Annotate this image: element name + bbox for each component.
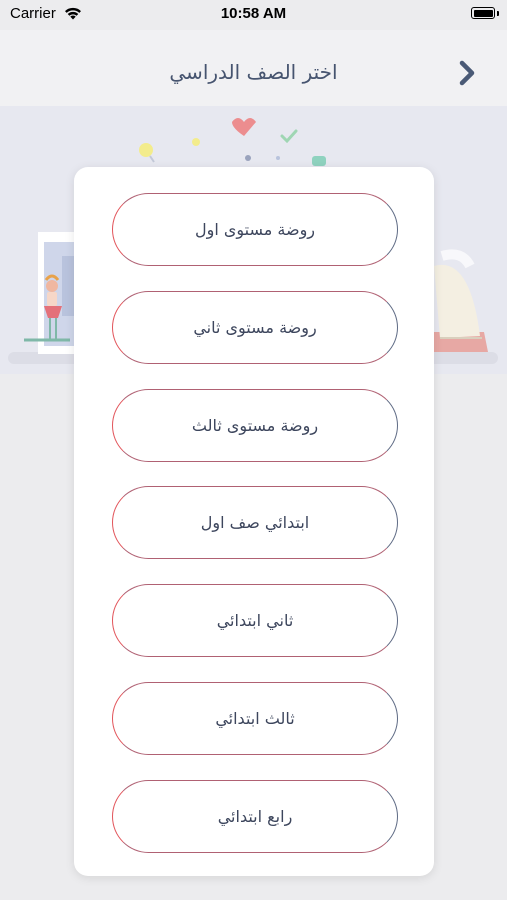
grade-button-grade4[interactable]: رابع ابتدائي	[112, 779, 398, 853]
grade-button-kg3[interactable]: روضة مستوى ثالث	[112, 388, 398, 462]
screen: Carrier 10:58 AM اختر الصف الدراسي روضة …	[0, 0, 507, 900]
page-title: اختر الصف الدراسي	[169, 60, 338, 84]
grade-button-kg2[interactable]: روضة مستوى ثاني	[112, 290, 398, 364]
chevron-right-icon	[459, 60, 475, 86]
battery-tip	[497, 11, 499, 16]
battery-icon	[471, 7, 495, 19]
grade-label: روضة مستوى ثالث	[191, 415, 319, 435]
grade-button-grade3[interactable]: ثالث ابتدائي	[112, 681, 398, 755]
nav-bar: اختر الصف الدراسي	[0, 30, 507, 106]
grade-selection-card: روضة مستوى اول روضة مستوى ثاني روضة مستو…	[74, 167, 434, 876]
grade-list: روضة مستوى اول روضة مستوى ثاني روضة مستو…	[112, 193, 398, 878]
grade-label: ابتدائي صف اول	[200, 513, 310, 533]
clock: 10:58 AM	[220, 5, 287, 22]
grade-button-grade1[interactable]: ابتدائي صف اول	[112, 486, 398, 560]
back-button[interactable]	[455, 58, 481, 88]
grade-label: روضة مستوى ثاني	[193, 317, 317, 337]
grade-label: روضة مستوى اول	[194, 220, 316, 239]
grade-label: رابع ابتدائي	[217, 806, 293, 826]
grade-label: ثاني ابتدائي	[216, 611, 294, 631]
grade-button-kg1[interactable]: روضة مستوى اول	[112, 193, 398, 266]
grade-label: ثالث ابتدائي	[215, 708, 295, 728]
status-bar: Carrier 10:58 AM	[0, 0, 507, 30]
grade-button-grade2[interactable]: ثاني ابتدائي	[112, 584, 398, 658]
